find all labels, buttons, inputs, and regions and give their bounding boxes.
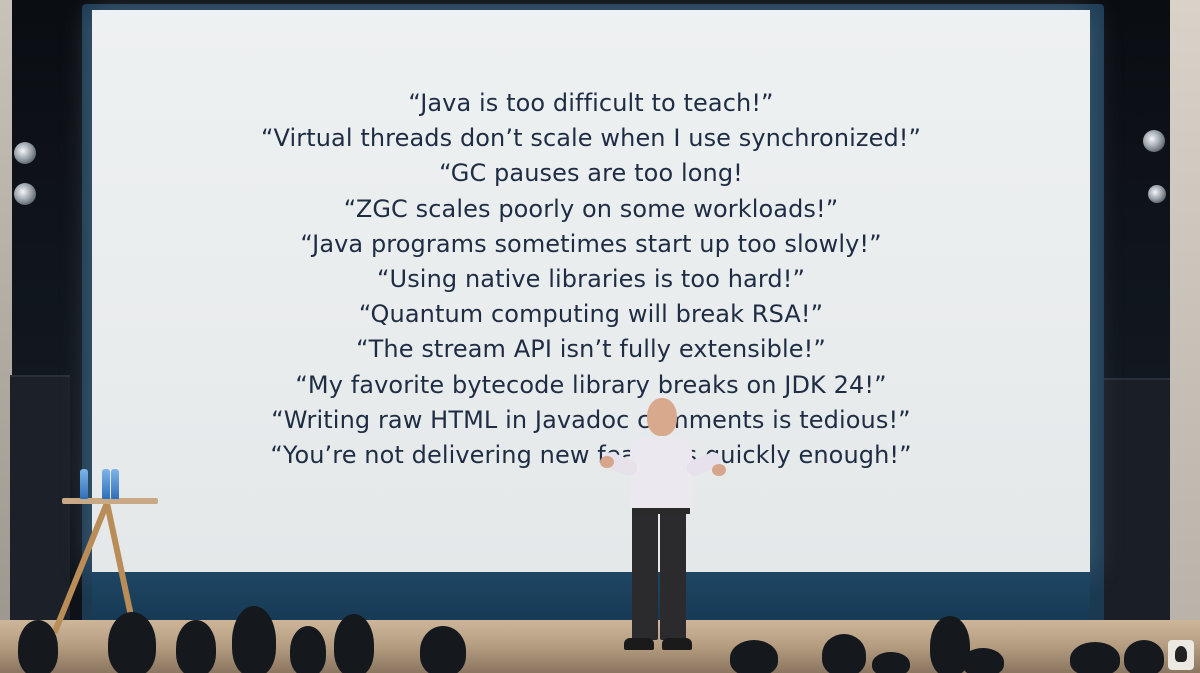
- audience-head: [872, 652, 910, 673]
- slide-quote: “Writing raw HTML in Javadoc comments is…: [271, 405, 911, 434]
- audience-head: [290, 626, 326, 673]
- speaker-belt: [632, 508, 690, 514]
- audience: [0, 600, 1200, 673]
- side-table: [62, 498, 158, 504]
- slide-quote: “My favorite bytecode library breaks on …: [295, 370, 887, 399]
- audience-head: [334, 614, 374, 673]
- audience-head: [108, 612, 156, 673]
- slide-quote: “Java is too difficult to teach!”: [408, 89, 774, 117]
- speaker-head: [647, 398, 677, 436]
- speaker-hand: [600, 456, 614, 468]
- stage-wall-panel-left: [10, 375, 70, 635]
- slide-quote: “GC pauses are too long!: [439, 159, 743, 188]
- audience-head: [1124, 640, 1164, 673]
- audience-head: [1070, 642, 1120, 673]
- stage-light-icon: [14, 142, 36, 164]
- slide-quote: “Using native libraries is too hard!”: [377, 265, 805, 294]
- water-bottle-icon: [80, 469, 88, 499]
- stage-light-icon: [1148, 185, 1166, 203]
- stage-column-right: [1170, 0, 1200, 673]
- projection-screen: “Java is too difficult to teach!” “Virtu…: [92, 10, 1090, 572]
- slide-quote-list: “Java is too difficult to teach!” “Virtu…: [92, 86, 1090, 473]
- audience-head: [420, 626, 466, 673]
- audience-head: [962, 648, 1004, 673]
- slide-quote: “The stream API isn’t fully extensible!”: [356, 335, 826, 364]
- slide-quote: “ZGC scales poorly on some workloads!”: [343, 194, 839, 223]
- audience-head: [232, 606, 276, 673]
- slide-quote: “Java programs sometimes start up too sl…: [300, 229, 882, 258]
- slide-quote: “Virtual threads don’t scale when I use …: [260, 124, 922, 153]
- stage-light-icon: [14, 183, 36, 205]
- water-bottle-icon: [102, 469, 110, 499]
- audience-head: [822, 634, 866, 673]
- speaker-hand: [712, 464, 726, 476]
- stage-light-icon: [1143, 130, 1165, 152]
- slide-quote: “You’re not delivering new features quic…: [270, 441, 912, 470]
- speaker-shirt: [630, 438, 692, 510]
- channel-logo-icon: [1168, 640, 1194, 670]
- slide-quote: “Quantum computing will break RSA!”: [358, 300, 824, 329]
- audience-head: [176, 620, 216, 673]
- water-bottle-icon: [111, 469, 119, 499]
- audience-head: [18, 620, 58, 673]
- audience-head: [730, 640, 778, 673]
